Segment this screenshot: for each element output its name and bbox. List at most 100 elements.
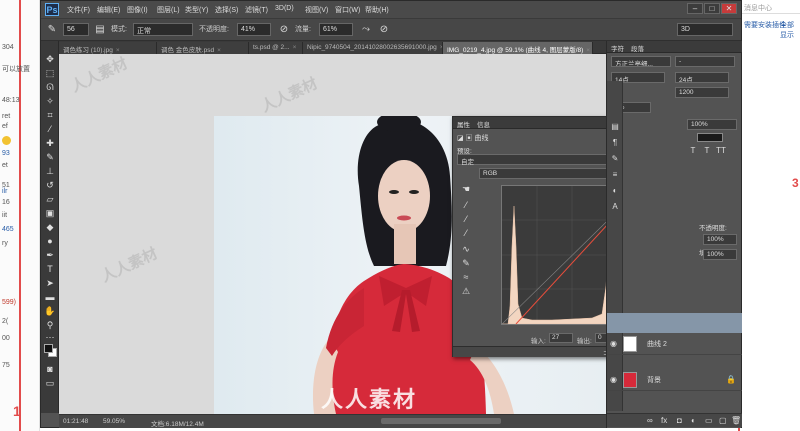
flow-input[interactable]: 61% — [319, 23, 353, 36]
history-brush-tool-icon[interactable]: ↺ — [43, 179, 57, 192]
fx-icon[interactable]: fx — [661, 416, 667, 425]
clipping-warning-icon[interactable]: ⚠ — [459, 285, 473, 297]
blur-tool-icon[interactable]: ◆ — [43, 221, 57, 234]
mode-select[interactable]: 正常 — [133, 23, 193, 36]
all-caps-icon[interactable]: TT — [715, 145, 727, 157]
dodge-tool-icon[interactable]: ● — [43, 235, 57, 248]
black-point-eyedropper-icon[interactable]: ⁄ — [459, 199, 473, 211]
strip-link[interactable]: ilr — [2, 188, 7, 196]
brush-size-picker[interactable]: 56 — [63, 23, 89, 36]
strip-link[interactable]: 465 — [2, 226, 14, 234]
hand-tool-icon[interactable]: ✋ — [43, 305, 57, 318]
input-value[interactable]: 27 — [549, 333, 573, 343]
tab-properties[interactable]: 属性 — [457, 119, 470, 129]
brush-tool-icon[interactable]: ✎ — [45, 23, 59, 36]
marquee-tool-icon[interactable]: ⬚ — [43, 67, 57, 80]
dock-icon[interactable]: ¶ — [609, 137, 621, 149]
brush-tool-icon[interactable]: ✎ — [43, 151, 57, 164]
menu-image[interactable]: 图像(I) — [127, 5, 148, 15]
path-select-tool-icon[interactable]: ➤ — [43, 277, 57, 290]
text-color-swatch[interactable] — [697, 133, 723, 142]
menu-type[interactable]: 类型(Y) — [185, 5, 208, 15]
lasso-tool-icon[interactable]: ᘏ — [43, 81, 57, 94]
opacity-input[interactable]: 41% — [237, 23, 271, 36]
font-family-select[interactable]: 方正兰亭细... — [611, 56, 671, 67]
menu-select[interactable]: 选择(S) — [215, 5, 238, 15]
workspace-select[interactable]: 3D — [677, 23, 733, 36]
healing-tool-icon[interactable]: ✚ — [43, 137, 57, 150]
eye-icon[interactable]: ◉ — [610, 339, 619, 348]
tab-paragraph[interactable]: 段落 — [631, 43, 644, 53]
magic-wand-tool-icon[interactable]: ✧ — [43, 95, 57, 108]
maximize-button[interactable]: □ — [704, 3, 720, 14]
new-group-icon[interactable]: ▭ — [705, 416, 713, 425]
menu-file[interactable]: 文件(F) — [67, 5, 90, 15]
pressure-size-icon[interactable]: ⊘ — [377, 23, 391, 36]
status-doc-size[interactable]: 文档:6.18M/12.4M — [151, 418, 204, 428]
faux-italic-icon[interactable]: T — [701, 145, 713, 157]
menu-view[interactable]: 视图(V) — [305, 5, 328, 15]
eraser-tool-icon[interactable]: ▱ — [43, 193, 57, 206]
layer-row[interactable]: ◉ 曲线 2 — [607, 333, 742, 355]
document-tab[interactable]: 调色练习 (10).jpg × — [59, 42, 157, 54]
menu-edit[interactable]: 编辑(E) — [97, 5, 120, 15]
type-tool-icon[interactable]: T — [43, 263, 57, 276]
crop-tool-icon[interactable]: ⌗ — [43, 109, 57, 122]
link-layers-icon[interactable]: ∞ — [647, 416, 653, 425]
status-zoom[interactable]: 59.05% — [103, 418, 125, 425]
vertical-scale-input[interactable]: 100% — [687, 119, 737, 130]
minimize-button[interactable]: – — [687, 3, 703, 14]
message-center[interactable]: 消息中心 — [742, 0, 800, 14]
new-layer-icon[interactable]: ▢ — [719, 416, 727, 425]
tracking-select[interactable]: 1200 — [675, 87, 729, 98]
target-adjust-icon[interactable]: ☚ — [459, 183, 473, 195]
quick-mask-icon[interactable]: ◙ — [43, 363, 57, 376]
pencil-edit-icon[interactable]: ✎ — [459, 257, 473, 269]
close-tab-icon[interactable]: × — [586, 47, 590, 54]
stamp-tool-icon[interactable]: ⊥ — [43, 165, 57, 178]
dock-icon[interactable]: ◐ — [609, 185, 621, 197]
faux-bold-icon[interactable]: T — [687, 145, 699, 157]
airbrush-icon[interactable]: ⤳ — [359, 23, 373, 36]
layer-fill-input[interactable]: 100% — [703, 249, 737, 260]
dock-icon[interactable]: ✎ — [609, 153, 621, 165]
menu-layer[interactable]: 图层(L) — [157, 5, 180, 15]
eyedropper-tool-icon[interactable]: ⁄ — [43, 123, 57, 136]
document-tab[interactable]: 调色 金色皮肤.psd × — [157, 42, 249, 54]
eye-icon[interactable]: ◉ — [610, 375, 619, 384]
tab-character[interactable]: 字符 — [611, 43, 624, 53]
pressure-opacity-icon[interactable]: ⊘ — [277, 23, 291, 36]
menu-3d[interactable]: 3D(D) — [275, 5, 294, 12]
layer-opacity-input[interactable]: 100% — [703, 234, 737, 245]
move-tool-icon[interactable]: ✥ — [43, 53, 57, 66]
brush-panel-icon[interactable]: ▤ — [93, 23, 107, 36]
shape-tool-icon[interactable]: ▬ — [43, 291, 57, 304]
leading-select[interactable]: 24点 — [675, 72, 729, 83]
foreground-color-swatch[interactable] — [44, 344, 53, 353]
curve-edit-icon[interactable]: ∿ — [459, 243, 473, 255]
horizontal-scrollbar[interactable] — [381, 418, 501, 424]
gray-point-eyedropper-icon[interactable]: ⁄ — [459, 213, 473, 225]
pen-tool-icon[interactable]: ✒ — [43, 249, 57, 262]
more-tools-icon[interactable]: ⋯ — [43, 331, 57, 344]
dock-icon[interactable]: ▤ — [609, 121, 621, 133]
screen-mode-icon[interactable]: ▭ — [43, 377, 57, 390]
close-tab-icon[interactable]: × — [116, 47, 120, 54]
font-style-select[interactable]: - — [675, 56, 735, 67]
document-tab-active[interactable]: IMG_0219_4.jpg @ 59.1% (曲线 4, 图层蒙版/8) × — [443, 42, 593, 54]
strip-link[interactable]: 93 — [2, 150, 10, 158]
gradient-tool-icon[interactable]: ▣ — [43, 207, 57, 220]
close-tab-icon[interactable]: × — [217, 47, 221, 54]
dock-icon[interactable]: ≡ — [609, 169, 621, 181]
document-tab[interactable]: ts.psd @ 2... × — [249, 42, 303, 54]
adjustment-layer-icon[interactable]: ◐ — [691, 416, 696, 425]
layer-row[interactable]: ◉ 背景 🔒 — [607, 369, 742, 391]
document-tab[interactable]: Nipic_9740504_20141028002635691000.jpg× — [303, 42, 443, 54]
add-mask-icon[interactable]: ◘ — [677, 416, 682, 425]
delete-layer-icon[interactable]: 🗑 — [731, 416, 741, 425]
dock-icon[interactable]: A — [609, 201, 621, 213]
tab-info[interactable]: 信息 — [477, 119, 490, 129]
menu-filter[interactable]: 滤镜(T) — [245, 5, 268, 15]
close-button[interactable]: ✕ — [721, 3, 737, 14]
white-point-eyedropper-icon[interactable]: ⁄ — [459, 227, 473, 239]
